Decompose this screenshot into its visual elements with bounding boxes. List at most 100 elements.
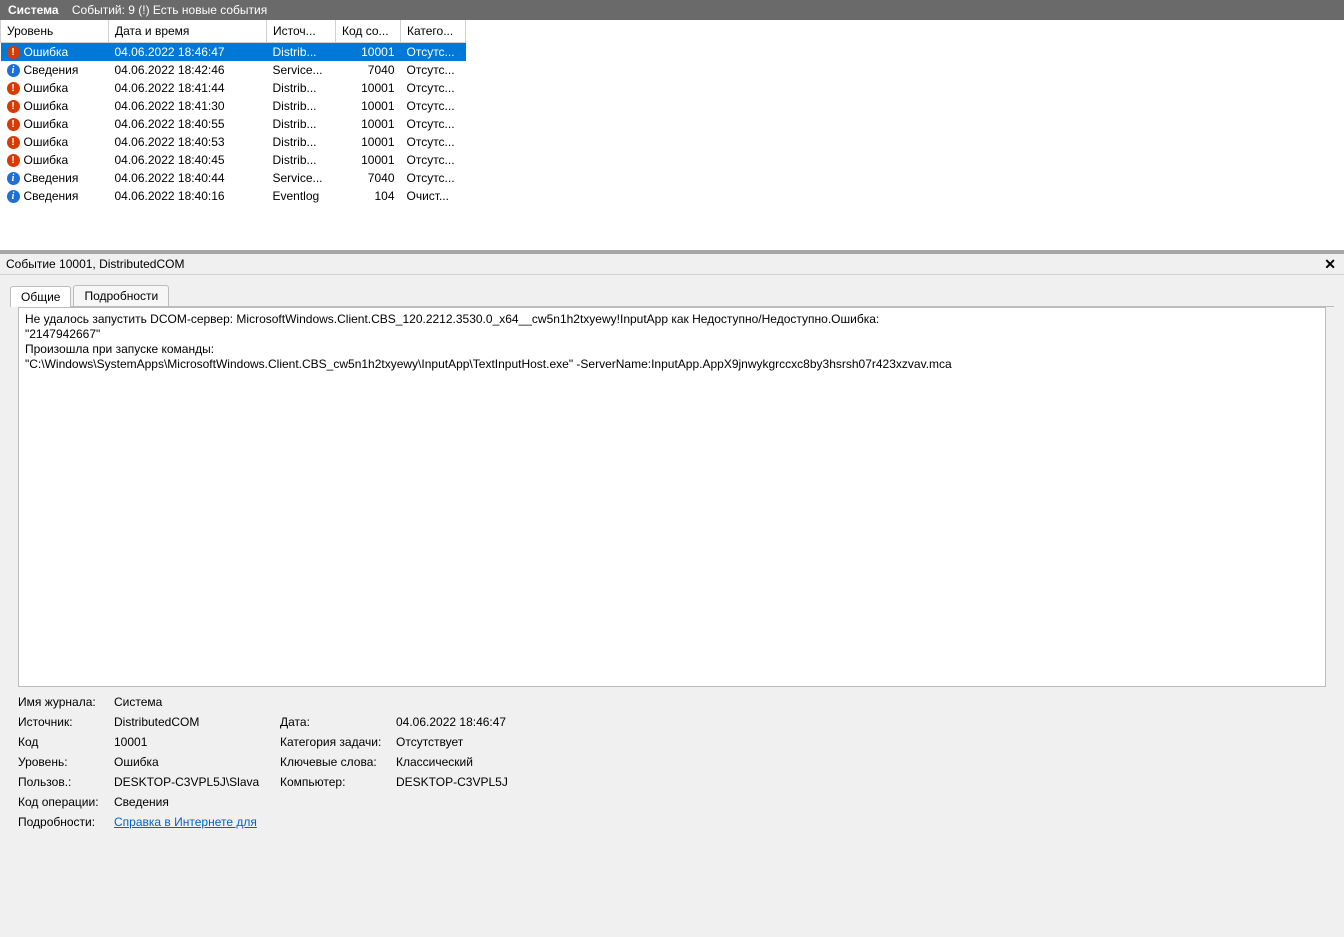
lbl-taskcat: Категория задачи: xyxy=(280,735,390,749)
lbl-code: Код xyxy=(18,735,108,749)
table-row[interactable]: Ошибка 04.06.2022 18:41:44Distrib...10001… xyxy=(1,79,466,97)
level-text: Ошибка xyxy=(24,45,69,59)
val-opcode: Сведения xyxy=(114,795,274,809)
cell: Отсутс... xyxy=(401,133,466,151)
close-icon[interactable]: ✕ xyxy=(1320,257,1340,271)
info-icon xyxy=(7,64,20,77)
table-row[interactable]: Сведения04.06.2022 18:42:46Service...704… xyxy=(1,61,466,79)
cell: Distrib... xyxy=(267,115,336,133)
cell: Distrib... xyxy=(267,43,336,62)
table-row[interactable]: Ошибка 04.06.2022 18:40:55Distrib...10001… xyxy=(1,115,466,133)
level-text: Ошибка xyxy=(24,81,69,95)
events-table: Уровень Дата и время Источ... Код со... … xyxy=(0,20,466,205)
cell: 04.06.2022 18:40:53 xyxy=(109,133,267,151)
cell: 04.06.2022 18:40:16 xyxy=(109,187,267,205)
error-icon xyxy=(7,100,20,113)
cell: Distrib... xyxy=(267,97,336,115)
table-row[interactable]: Ошибка 04.06.2022 18:46:47Distrib...10001… xyxy=(1,43,466,62)
level-text: Ошибка xyxy=(24,153,69,167)
cell: 04.06.2022 18:42:46 xyxy=(109,61,267,79)
event-properties: Имя журнала: Система Источник: Distribut… xyxy=(18,695,1326,829)
lbl-source: Источник: xyxy=(18,715,108,729)
col-category[interactable]: Катего... xyxy=(401,20,466,43)
info-icon xyxy=(7,190,20,203)
val-date: 04.06.2022 18:46:47 xyxy=(396,715,696,729)
lbl-level: Уровень: xyxy=(18,755,108,769)
tabs: Общие Подробности xyxy=(10,281,1334,307)
val-source: DistributedCOM xyxy=(114,715,274,729)
lbl-computer: Компьютер: xyxy=(280,775,390,789)
cell: 7040 xyxy=(336,61,401,79)
cell: 10001 xyxy=(336,79,401,97)
cell: Service... xyxy=(267,61,336,79)
lbl-opcode: Код операции: xyxy=(18,795,108,809)
col-code[interactable]: Код со... xyxy=(336,20,401,43)
cell: Eventlog xyxy=(267,187,336,205)
cell: Отсутс... xyxy=(401,151,466,169)
cell: Отсутс... xyxy=(401,97,466,115)
table-row[interactable]: Ошибка 04.06.2022 18:41:30Distrib...10001… xyxy=(1,97,466,115)
val-taskcat: Отсутствует xyxy=(396,735,696,749)
cell: 04.06.2022 18:46:47 xyxy=(109,43,267,62)
info-icon xyxy=(7,172,20,185)
cell: 04.06.2022 18:40:45 xyxy=(109,151,267,169)
lbl-logname: Имя журнала: xyxy=(18,695,108,709)
cell: Distrib... xyxy=(267,79,336,97)
lbl-user: Пользов.: xyxy=(18,775,108,789)
cell: 04.06.2022 18:40:44 xyxy=(109,169,267,187)
cell: 04.06.2022 18:40:55 xyxy=(109,115,267,133)
level-text: Сведения xyxy=(24,171,79,185)
header-row: Уровень Дата и время Источ... Код со... … xyxy=(1,20,466,43)
cell: Очист... xyxy=(401,187,466,205)
lbl-moreinfo: Подробности: xyxy=(18,815,108,829)
table-row[interactable]: Ошибка 04.06.2022 18:40:45Distrib...10001… xyxy=(1,151,466,169)
val-user: DESKTOP-C3VPL5J\Slava xyxy=(114,775,274,789)
table-row[interactable]: Ошибка 04.06.2022 18:40:53Distrib...10001… xyxy=(1,133,466,151)
detail-title: Событие 10001, DistributedCOM xyxy=(6,257,184,271)
error-icon xyxy=(7,82,20,95)
error-icon xyxy=(7,118,20,131)
level-text: Ошибка xyxy=(24,135,69,149)
val-level: Ошибка xyxy=(114,755,274,769)
detail-header: Событие 10001, DistributedCOM ✕ xyxy=(0,254,1344,275)
col-datetime[interactable]: Дата и время xyxy=(109,20,267,43)
error-icon xyxy=(7,154,20,167)
level-text: Ошибка xyxy=(24,99,69,113)
col-source[interactable]: Источ... xyxy=(267,20,336,43)
cell: 104 xyxy=(336,187,401,205)
error-icon xyxy=(7,46,20,59)
cell: 10001 xyxy=(336,133,401,151)
cell: 04.06.2022 18:41:44 xyxy=(109,79,267,97)
cell: 10001 xyxy=(336,115,401,133)
cell: Отсутс... xyxy=(401,61,466,79)
help-link[interactable]: Справка в Интернете для xyxy=(114,815,257,829)
cell: Отсутс... xyxy=(401,43,466,62)
col-level[interactable]: Уровень xyxy=(1,20,109,43)
cell: Отсутс... xyxy=(401,169,466,187)
table-row[interactable]: Сведения 04.06.2022 18:40:44Service...704… xyxy=(1,169,466,187)
titlebar-status: Событий: 9 (!) Есть новые события xyxy=(72,3,267,17)
cell: Distrib... xyxy=(267,151,336,169)
table-row[interactable]: Сведения 04.06.2022 18:40:16Eventlog104Оч… xyxy=(1,187,466,205)
tab-details[interactable]: Подробности xyxy=(73,285,169,306)
titlebar: Система Событий: 9 (!) Есть новые событи… xyxy=(0,0,1344,20)
cell: Отсутс... xyxy=(401,79,466,97)
error-icon xyxy=(7,136,20,149)
cell: 10001 xyxy=(336,43,401,62)
cell: Service... xyxy=(267,169,336,187)
level-text: Ошибка xyxy=(24,117,69,131)
lbl-date: Дата: xyxy=(280,715,390,729)
val-logname: Система xyxy=(114,695,274,709)
tab-general[interactable]: Общие xyxy=(10,286,71,307)
event-message: Не удалось запустить DCOM-сервер: Micros… xyxy=(18,307,1326,687)
level-text: Сведения xyxy=(24,189,79,203)
cell: 04.06.2022 18:41:30 xyxy=(109,97,267,115)
cell: 10001 xyxy=(336,97,401,115)
cell: 7040 xyxy=(336,169,401,187)
val-computer: DESKTOP-C3VPL5J xyxy=(396,775,696,789)
cell: Distrib... xyxy=(267,133,336,151)
cell: Отсутс... xyxy=(401,115,466,133)
val-code: 10001 xyxy=(114,735,274,749)
val-keywords: Классический xyxy=(396,755,696,769)
cell: 10001 xyxy=(336,151,401,169)
